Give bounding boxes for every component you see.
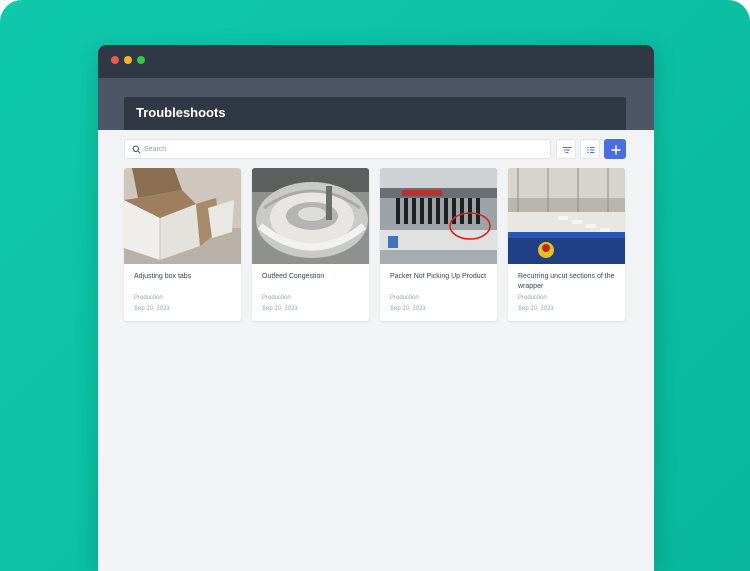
toolbar	[124, 139, 626, 159]
search-box[interactable]	[124, 139, 551, 159]
card-title: Adjusting box tabs	[134, 273, 192, 280]
filter-icon	[562, 146, 572, 154]
troubleshoot-card[interactable]: Packer Not Picking Up Product Production…	[380, 168, 497, 321]
card-thumbnail	[124, 168, 241, 264]
page-title: Troubleshoots	[136, 105, 226, 120]
window-titlebar	[98, 45, 654, 78]
search-input[interactable]	[144, 142, 544, 157]
card-title: Packer Not Picking Up Product	[390, 273, 487, 280]
card-title: Recurring uncut sections of the wrapper	[518, 273, 615, 290]
list-icon	[587, 146, 595, 154]
add-button[interactable]	[604, 139, 626, 159]
card-date: Sep 20, 2023	[518, 306, 554, 312]
card-date: Sep 20, 2023	[134, 306, 170, 312]
filter-button[interactable]	[556, 139, 576, 159]
bottle-outfeed-image	[252, 168, 369, 264]
card-thumbnail	[380, 168, 497, 264]
close-window-button[interactable]	[111, 56, 119, 64]
troubleshoot-card-grid: Adjusting box tabs Production Sep 20, 20…	[124, 168, 626, 321]
list-view-button[interactable]	[580, 139, 600, 159]
card-date: Sep 20, 2023	[390, 306, 426, 312]
card-category: Production	[134, 295, 163, 301]
app-window: Troubleshoots Search Adjusting box tabs …	[98, 45, 654, 571]
packer-machine-image	[380, 168, 497, 264]
page-header: Troubleshoots	[124, 97, 626, 130]
troubleshoot-card[interactable]: Recurring uncut sections of the wrapper …	[508, 168, 625, 321]
cardboard-box-image	[124, 168, 241, 264]
troubleshoot-card[interactable]: Adjusting box tabs Production Sep 20, 20…	[124, 168, 241, 321]
card-thumbnail	[508, 168, 625, 264]
card-title: Outfeed Congestion	[262, 273, 325, 280]
minimize-window-button[interactable]	[124, 56, 132, 64]
card-category: Production	[518, 295, 547, 301]
troubleshoot-card[interactable]: Outfeed Congestion Production Sep 20, 20…	[252, 168, 369, 321]
wrapper-machine-image	[508, 168, 625, 264]
search-icon	[132, 145, 141, 154]
card-category: Production	[390, 295, 419, 301]
card-category: Production	[262, 295, 291, 301]
maximize-window-button[interactable]	[137, 56, 145, 64]
plus-icon	[611, 145, 621, 155]
card-thumbnail	[252, 168, 369, 264]
card-date: Sep 20, 2023	[262, 306, 298, 312]
